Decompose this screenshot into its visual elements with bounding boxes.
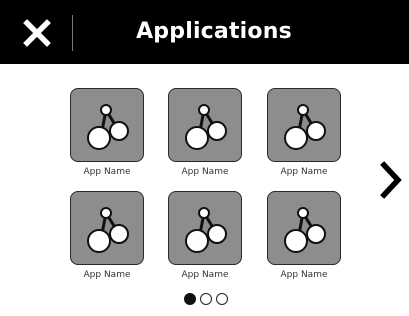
page-dot-2[interactable] (200, 293, 212, 305)
app-tile[interactable] (267, 88, 341, 162)
app-molecule-icon (284, 104, 326, 150)
app-label: App Name (83, 270, 131, 280)
app-label: App Name (280, 270, 328, 280)
chevron-right-icon (380, 161, 402, 199)
app-item[interactable]: App Name (65, 191, 149, 293)
app-tile[interactable] (70, 88, 144, 162)
app-molecule-icon (87, 207, 129, 253)
app-label: App Name (181, 270, 229, 280)
app-item[interactable]: App Name (262, 191, 346, 293)
app-item[interactable]: App Name (65, 88, 149, 190)
app-label: App Name (280, 167, 328, 177)
app-tile[interactable] (168, 88, 242, 162)
app-molecule-icon (284, 207, 326, 253)
app-item[interactable]: App Name (163, 88, 247, 190)
app-label: App Name (181, 167, 229, 177)
app-molecule-icon (185, 207, 227, 253)
app-label: App Name (83, 167, 131, 177)
app-header: Applications (0, 0, 409, 64)
app-tile[interactable] (267, 191, 341, 265)
page-dot-1[interactable] (184, 293, 196, 305)
page-indicator (180, 293, 236, 307)
app-item[interactable]: App Name (163, 191, 247, 293)
app-molecule-icon (87, 104, 129, 150)
app-molecule-icon (185, 104, 227, 150)
app-item[interactable]: App Name (262, 88, 346, 190)
app-tile[interactable] (168, 191, 242, 265)
close-button[interactable] (22, 18, 52, 48)
next-page-button[interactable] (380, 161, 402, 199)
app-tile[interactable] (70, 191, 144, 265)
close-icon (23, 19, 51, 47)
page-title: Applications (136, 19, 292, 44)
header-divider (72, 15, 73, 51)
page-dot-3[interactable] (216, 293, 228, 305)
